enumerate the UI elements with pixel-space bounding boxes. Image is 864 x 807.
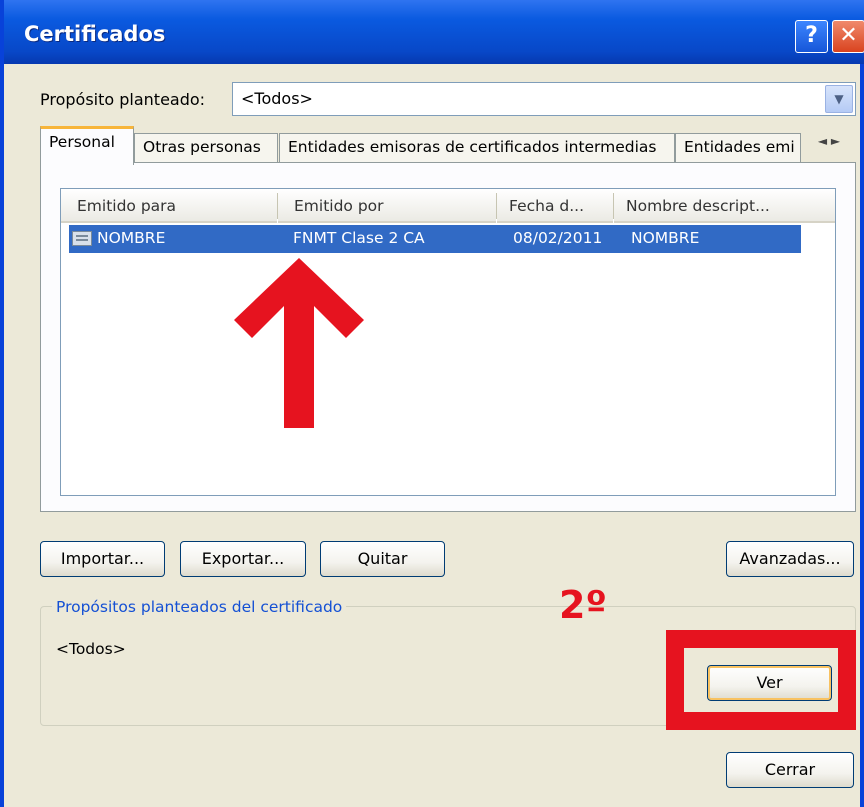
tab-label: Otras personas [143, 138, 261, 156]
tab-entidades-raiz[interactable]: Entidades emi [675, 133, 801, 163]
arrow-left-icon[interactable]: ◄ [818, 134, 827, 148]
certificates-dialog: Certificados ? ✕ Propósito planteado: <T… [0, 0, 864, 807]
import-label: Importar... [60, 549, 145, 568]
purpose-label: Propósito planteado: [40, 90, 206, 109]
annotation-highlight-box [666, 630, 856, 730]
help-button[interactable]: ? [795, 20, 828, 53]
tab-scroll-arrows[interactable]: ◄ ► [804, 134, 854, 156]
tab-otras-personas[interactable]: Otras personas [134, 133, 278, 163]
column-header-issued-by[interactable]: Emitido por [278, 189, 496, 223]
import-button[interactable]: Importar... [40, 541, 165, 577]
cell-issued-by: FNMT Clase 2 CA [293, 229, 425, 247]
header-label: Fecha d... [509, 197, 584, 215]
close-label: Cerrar [764, 760, 816, 779]
cell-friendly-name: NOMBRE [631, 229, 700, 247]
header-label: Emitido para [77, 197, 177, 215]
header-label: Nombre descript... [626, 197, 770, 215]
tab-label: Entidades emisoras de certificados inter… [288, 138, 657, 156]
chevron-down-icon[interactable]: ▼ [825, 85, 853, 113]
group-title: Propósitos planteados del certificado [52, 598, 347, 616]
tab-label: Personal [49, 133, 115, 151]
column-header-issued-to[interactable]: Emitido para [61, 189, 277, 223]
export-label: Exportar... [201, 549, 285, 568]
annotation-step-label: 2º [559, 583, 607, 627]
title-bar[interactable]: Certificados ? ✕ [4, 0, 864, 64]
close-window-button[interactable]: ✕ [832, 20, 864, 53]
tab-entidades-intermedias[interactable]: Entidades emisoras de certificados inter… [279, 133, 675, 163]
remove-label: Quitar [357, 549, 408, 568]
close-button[interactable]: Cerrar [726, 752, 854, 788]
certificate-icon [72, 231, 92, 246]
advanced-label: Avanzadas... [739, 549, 841, 568]
certificate-list[interactable]: Emitido para Emitido por Fecha d... Nomb… [60, 188, 836, 496]
group-value: <Todos> [56, 640, 126, 658]
tab-label: Entidades emi [684, 138, 795, 156]
purpose-value: <Todos> [241, 89, 313, 108]
tab-personal[interactable]: Personal [40, 126, 134, 165]
export-button[interactable]: Exportar... [180, 541, 306, 577]
close-icon: ✕ [839, 23, 858, 48]
cell-issued-to: NOMBRE [97, 229, 166, 247]
column-header-friendly-name[interactable]: Nombre descript... [614, 189, 835, 223]
help-icon: ? [805, 23, 818, 48]
arrow-right-icon[interactable]: ► [831, 134, 840, 148]
purpose-dropdown[interactable]: <Todos> ▼ [232, 82, 856, 116]
cell-date: 08/02/2011 [513, 229, 603, 247]
column-header-date[interactable]: Fecha d... [497, 189, 613, 223]
remove-button[interactable]: Quitar [320, 541, 445, 577]
table-row[interactable]: NOMBRE FNMT Clase 2 CA 08/02/2011 NOMBRE [69, 225, 801, 253]
window-title: Certificados [24, 22, 166, 46]
header-label: Emitido por [294, 197, 384, 215]
annotation-arrow-up-icon [234, 258, 364, 428]
advanced-button[interactable]: Avanzadas... [726, 541, 854, 577]
